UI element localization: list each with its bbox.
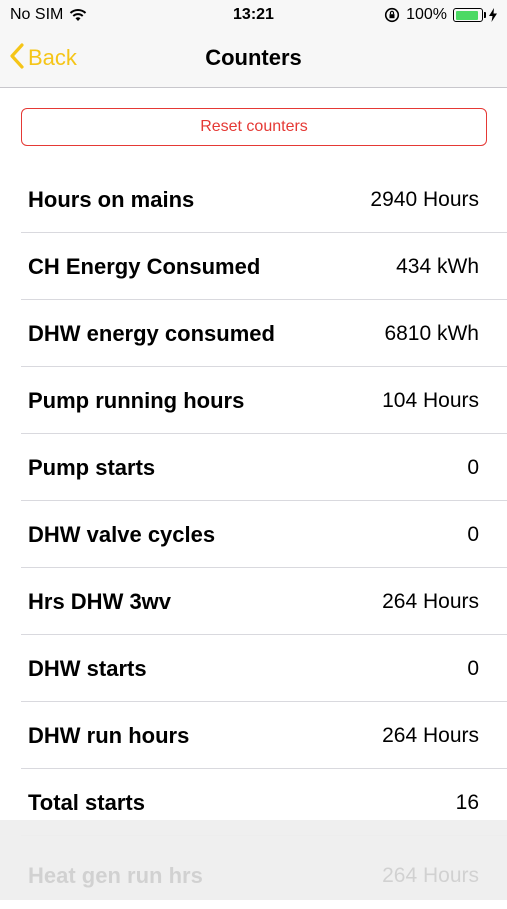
- counter-label: DHW valve cycles: [28, 521, 216, 547]
- counter-value: 2940 Hours: [370, 187, 479, 211]
- counter-value: 434 kWh: [396, 254, 479, 278]
- counter-value: 16: [455, 790, 479, 814]
- partial-row-label: Heat gen run hrs: [28, 862, 203, 888]
- counter-row: Pump starts 0: [0, 434, 507, 501]
- counter-value: 264 Hours: [382, 723, 479, 747]
- counter-label: Hrs DHW 3wv: [28, 588, 172, 614]
- status-bar: No SIM 13:21 100%: [0, 0, 507, 30]
- charging-bolt-icon: [489, 8, 497, 22]
- counter-value: 0: [467, 455, 479, 479]
- counter-row: Hrs DHW 3wv 264 Hours: [0, 568, 507, 635]
- counter-label: Pump starts: [28, 454, 156, 480]
- partial-row: Heat gen run hrs 264 Hours: [0, 842, 507, 909]
- counter-value: 0: [467, 656, 479, 680]
- counter-label: Pump running hours: [28, 387, 245, 413]
- counter-row: CH Energy Consumed 434 kWh: [0, 233, 507, 300]
- counter-row: DHW run hours 264 Hours: [0, 702, 507, 769]
- counter-value: 0: [467, 522, 479, 546]
- counter-label: DHW run hours: [28, 722, 190, 748]
- counter-label: DHW energy consumed: [28, 320, 275, 346]
- battery-percent: 100%: [406, 6, 447, 23]
- reset-counters-button[interactable]: Reset counters: [21, 108, 487, 146]
- battery-cap: [484, 12, 486, 18]
- counter-label: Total starts: [28, 789, 145, 815]
- counter-label: DHW starts: [28, 655, 147, 681]
- counter-row: DHW valve cycles 0: [0, 501, 507, 568]
- battery-icon: [453, 8, 486, 22]
- counter-value: 264 Hours: [382, 589, 479, 613]
- page-title: Counters: [205, 45, 302, 70]
- battery-fill: [455, 10, 478, 20]
- status-right: 100%: [384, 6, 497, 24]
- counter-value: 6810 kWh: [384, 321, 479, 345]
- counter-row: DHW starts 0: [0, 635, 507, 702]
- counter-label: Hours on mains: [28, 186, 195, 212]
- partial-row-value: 264 Hours: [382, 863, 479, 887]
- navigation-bar: Back Counters: [0, 30, 507, 88]
- counter-row: DHW energy consumed 6810 kWh: [0, 300, 507, 367]
- orientation-lock-icon: [384, 7, 400, 23]
- counter-list: Hours on mains 2940 Hours CH Energy Consum…: [0, 166, 507, 836]
- counter-row: Pump running hours 104 Hours: [0, 367, 507, 434]
- counter-row: Hours on mains 2940 Hours: [0, 166, 507, 233]
- counter-value: 104 Hours: [382, 388, 479, 412]
- counter-label: CH Energy Consumed: [28, 253, 261, 279]
